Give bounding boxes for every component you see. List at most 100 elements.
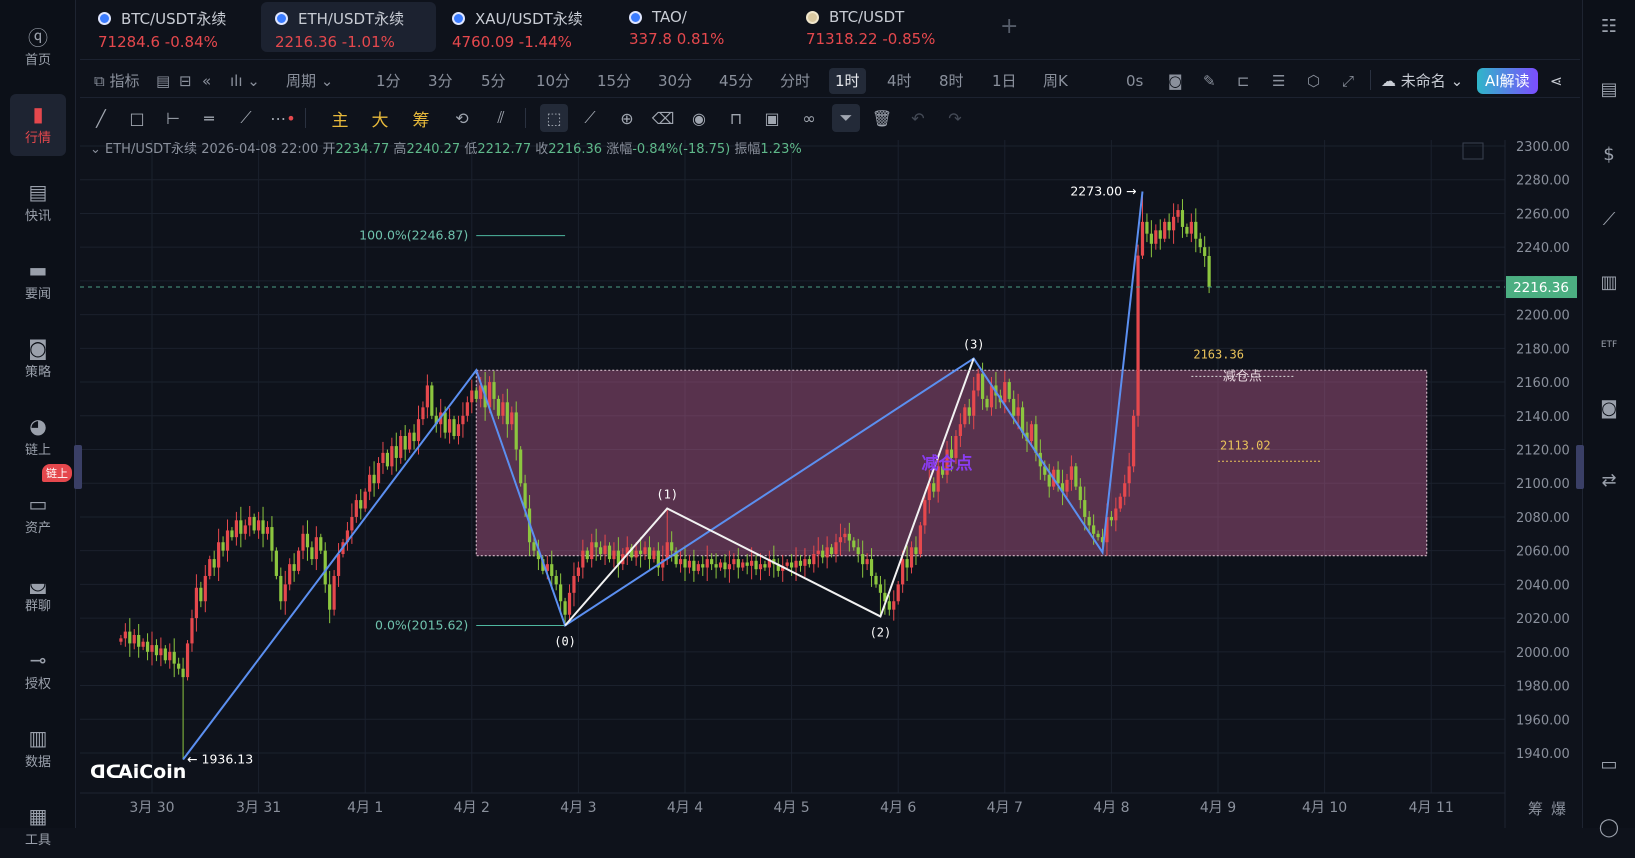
candle [274, 547, 278, 580]
sidebar-item-label: 首页 [24, 53, 51, 68]
dollar-icon[interactable]: $ [1597, 142, 1621, 166]
price-chart[interactable]: 2300.002280.002260.002240.002220.002200.… [0, 0, 1582, 828]
y-tick-label: 2260.00 [1516, 207, 1570, 222]
wave-label: (2) [870, 625, 892, 639]
y-tick-label: 2300.00 [1516, 140, 1570, 155]
candle [185, 640, 190, 681]
layout-icon[interactable]: ▭ [1597, 752, 1621, 776]
help-icon[interactable]: ◯ [1597, 815, 1621, 839]
amplitude-value: 1.23% [760, 142, 802, 157]
trend-chart-icon[interactable]: ⟋ [1597, 207, 1621, 231]
y-tick-label: 2280.00 [1516, 174, 1570, 189]
watchlist-icon[interactable]: ☷ [1597, 14, 1621, 38]
sidebar-item-6[interactable]: ▭ 资产 [10, 484, 66, 546]
svg-text:ᗡᑕ: ᗡᑕ [90, 761, 121, 783]
candle [1163, 218, 1167, 243]
y-tick-label: 2200.00 [1516, 309, 1570, 324]
candle [452, 415, 456, 440]
info-symbol: ETH/USDT永续 [105, 142, 198, 157]
y-tick-label: 2100.00 [1516, 477, 1570, 492]
y-tick-label: 1960.00 [1516, 713, 1570, 728]
y-tick-label: 2000.00 [1516, 646, 1570, 661]
x-tick-label: 4月 2 [454, 800, 490, 816]
high-value: 2240.27 [406, 142, 461, 157]
y-tick-label: 2040.00 [1516, 578, 1570, 593]
sidebar-item-5[interactable]: ◕ 链上 [10, 406, 66, 468]
candle [1074, 462, 1078, 490]
sidebar-item-7[interactable]: ◛ 群聊 [10, 562, 66, 624]
sidebar-item-1[interactable]: ▮ 行情 [10, 94, 66, 156]
y-tick-label: 2080.00 [1516, 511, 1570, 526]
high-annotation: 2273.00 → [1070, 184, 1136, 199]
sidebar-item-label: 资产 [24, 521, 51, 536]
right-sidebar: ☷ ▤ $ ⟋ ▥ ETF ◙ ⇄ ▭ ◯ [1582, 0, 1635, 838]
document-icon: ▬ [28, 258, 48, 282]
y-tick-label: 1980.00 [1516, 680, 1570, 695]
collapse-right-handle[interactable] [1576, 445, 1584, 489]
candle [208, 555, 212, 580]
sidebar-item-label: 策略 [24, 365, 51, 380]
aicoin-logo-icon: ⓠ [28, 25, 48, 50]
reduce-position-label: 减仓点 [922, 453, 973, 474]
chips-distribution-button[interactable]: 筹 [1528, 800, 1551, 818]
y-tick-label: 2140.00 [1516, 410, 1570, 425]
y-tick-label: 2240.00 [1516, 241, 1570, 256]
candle [896, 581, 900, 605]
sidebar-item-8[interactable]: ⊸ 授权 [10, 640, 66, 702]
document-icon[interactable]: ▤ [1597, 77, 1621, 101]
close-value: 2216.36 [548, 142, 603, 157]
x-tick-label: 4月 7 [987, 800, 1023, 816]
fib-level-label: 0.0%(2015.62) [375, 617, 468, 632]
sidebar-item-0[interactable]: ⓠ 首页 [10, 16, 66, 78]
ohlc-info-bar: ⌄ ETH/USDT永续 2026-04-08 22:00 开2234.77 高… [90, 138, 802, 157]
sidebar-item-label: 群聊 [24, 599, 51, 614]
sidebar-item-3[interactable]: ▬ 要闻 [10, 250, 66, 312]
y-tick-label: 2160.00 [1516, 376, 1570, 391]
high-label: 高 [393, 142, 407, 157]
notification-badge: 链上 [42, 464, 72, 482]
sidebar-item-9[interactable]: ▥ 数据 [10, 718, 66, 780]
candle [1132, 409, 1136, 473]
x-tick-label: 4月 3 [560, 800, 596, 816]
wave-label: (1) [656, 488, 678, 502]
close-label: 收 [535, 142, 549, 157]
candle [918, 522, 923, 558]
flash-news-icon: ▤ [28, 180, 48, 204]
robot-icon: ◙ [28, 336, 48, 360]
info-time: 2026-04-08 22:00 [201, 142, 319, 157]
change-value: -0.84%(-18.75) [632, 142, 731, 157]
sidebar-item-4[interactable]: ◙ 策略 [10, 328, 66, 390]
robot-icon[interactable]: ◙ [1597, 396, 1621, 420]
etf-icon[interactable]: ETF [1597, 333, 1621, 357]
y-tick-label: 2120.00 [1516, 444, 1570, 459]
chat-icon: ◛ [28, 570, 48, 594]
price-level-note: 减仓点 [1223, 369, 1262, 384]
y-tick-label: 2180.00 [1516, 342, 1570, 357]
candle [363, 488, 367, 512]
candle [408, 429, 412, 453]
x-tick-label: 4月 10 [1302, 800, 1347, 816]
sidebar-item-2[interactable]: ▤ 快讯 [10, 172, 66, 234]
collapse-info-icon[interactable]: ⌄ [90, 142, 105, 157]
monitor-icon[interactable]: ▥ [1597, 270, 1621, 294]
sidebar-item-label: 行情 [24, 131, 51, 146]
y-tick-label: 2020.00 [1516, 612, 1570, 627]
candle [1029, 420, 1034, 445]
x-tick-label: 3月 30 [129, 800, 174, 816]
sidebar-item-label: 快讯 [24, 209, 51, 224]
sidebar-item-10[interactable]: ▦ 工具 [10, 796, 66, 858]
sidebar-item-label: 要闻 [24, 287, 51, 302]
open-label: 开 [322, 142, 336, 157]
sidebar-item-label: 授权 [24, 677, 51, 692]
candle [332, 570, 336, 616]
x-tick-label: 4月 4 [667, 800, 703, 816]
aicoin-watermark: ᗡᑕAiCoin [90, 761, 186, 783]
fib-level-label: 100.0%(2246.87) [359, 228, 468, 243]
exchange-icon[interactable]: ⇄ [1597, 468, 1621, 492]
liquidation-button[interactable]: 爆 [1551, 800, 1574, 818]
collapse-left-handle[interactable] [74, 445, 82, 489]
candle [1007, 378, 1011, 403]
y-tick-label: 1940.00 [1516, 747, 1570, 762]
price-level-label: 2113.02 [1220, 438, 1271, 452]
x-tick-label: 4月 1 [347, 800, 383, 816]
